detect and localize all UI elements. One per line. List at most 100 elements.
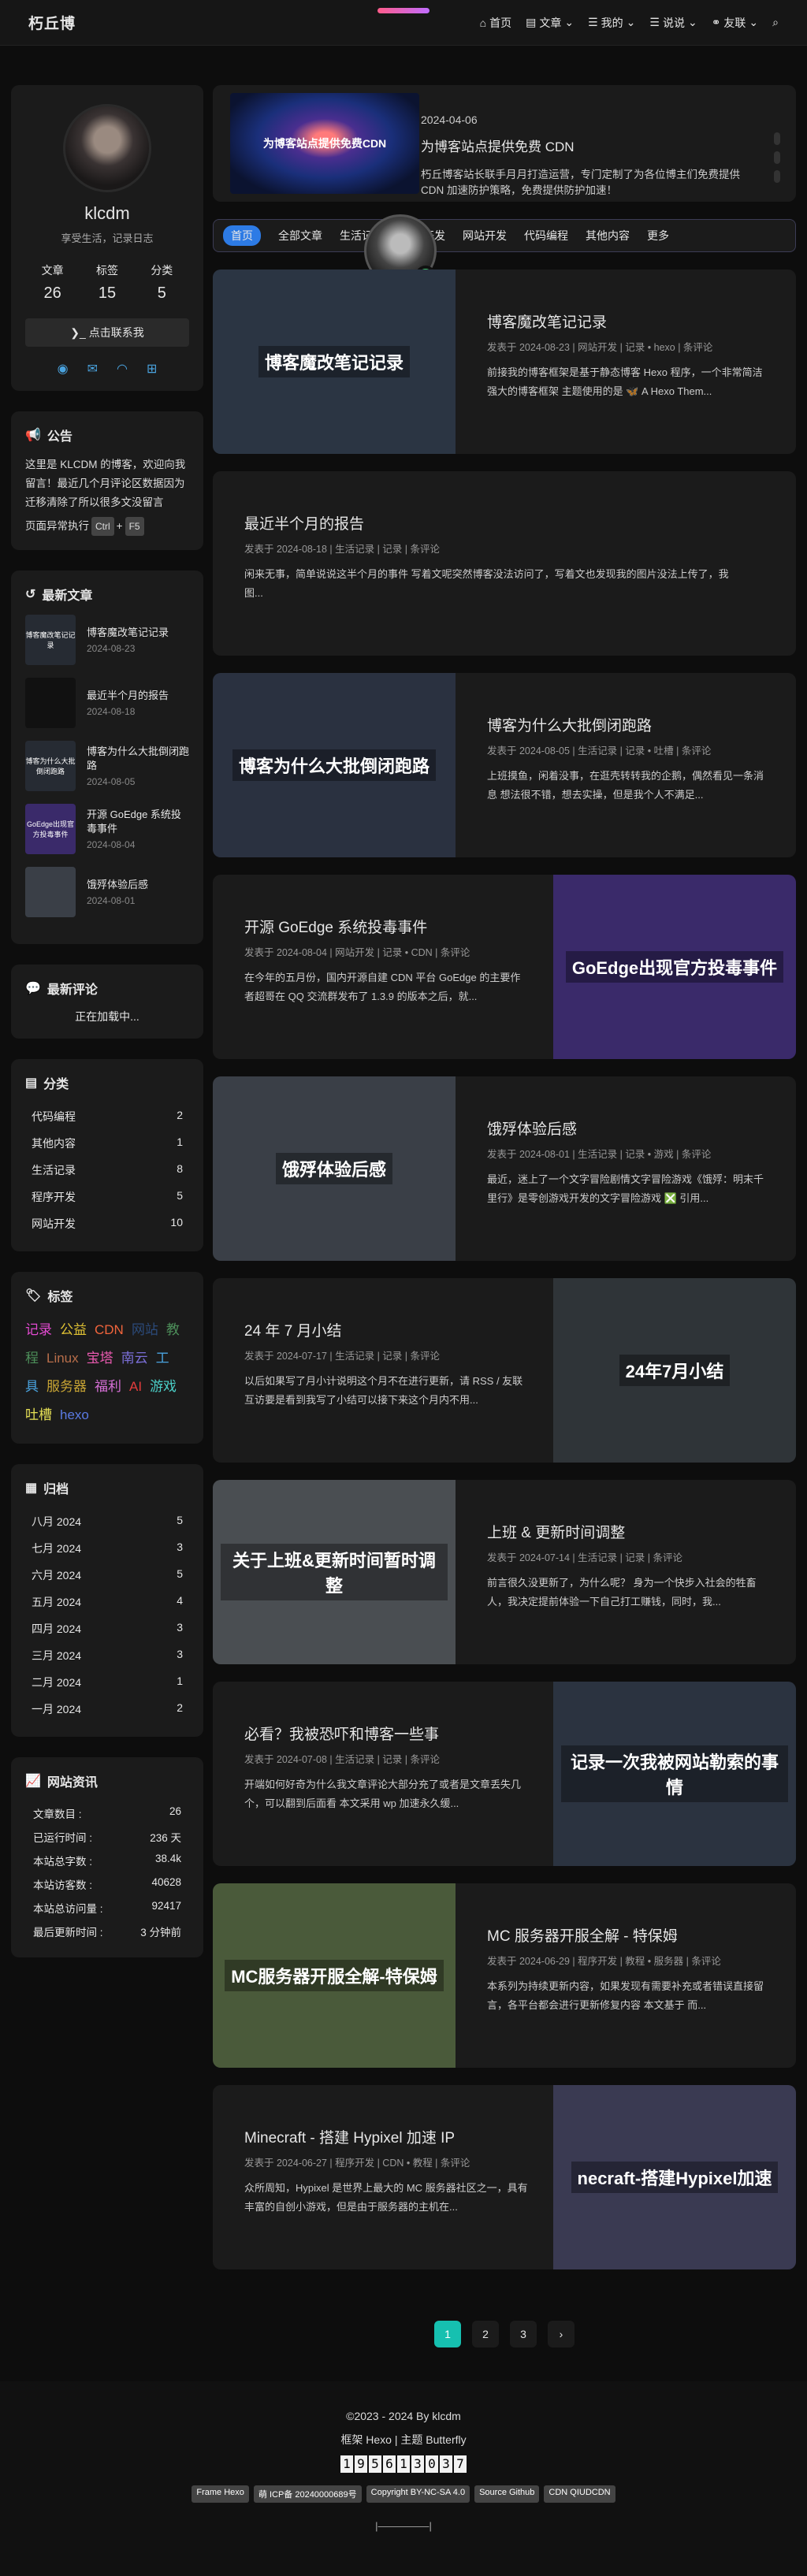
post-title[interactable]: 上班 & 更新时间调整 [487, 1521, 771, 1542]
post-cover[interactable]: MC服务器开服全解-特保姆 [213, 1883, 456, 2068]
page-2[interactable]: 2 [472, 2321, 499, 2347]
post-cover-text: 博客魔改笔记记录 [258, 346, 410, 377]
site-brand[interactable]: 朽丘博 [28, 12, 76, 33]
tag-link[interactable]: 游戏 [150, 1379, 177, 1394]
post-cover[interactable]: 关于上班&更新时间暂时调整 [213, 1480, 456, 1664]
tag-link[interactable]: CDN [95, 1322, 124, 1337]
contact-button[interactable]: ❯_ 点击联系我 [25, 318, 189, 347]
github-icon[interactable]: ◉ [58, 361, 69, 377]
tag-link[interactable]: 记录 [25, 1322, 52, 1337]
post-title[interactable]: 博客魔改笔记记录 [487, 310, 771, 332]
catbar-item[interactable]: 首页 [223, 225, 261, 246]
footer-badge[interactable]: CDN QIUDCDN [544, 2485, 615, 2503]
post-card[interactable]: MC服务器开服全解-特保姆 MC 服务器开服全解 - 特保姆 发表于 2024-06… [213, 1883, 796, 2068]
catbar-item[interactable]: 其他内容 [586, 228, 630, 243]
post-title[interactable]: 最近半个月的报告 [244, 512, 733, 533]
archive-item[interactable]: 五月 2024 4 [25, 1589, 189, 1615]
archive-item[interactable]: 六月 2024 5 [25, 1562, 189, 1589]
category-item[interactable]: 代码编程 2 [25, 1103, 189, 1130]
post-card[interactable]: 关于上班&更新时间暂时调整 上班 & 更新时间调整发表于 2024-07-14 |… [213, 1480, 796, 1664]
next-page-button[interactable]: › [548, 2321, 575, 2347]
archive-item[interactable]: 一月 2024 2 [25, 1696, 189, 1723]
featured-post[interactable]: 为博客站点提供免费CDN 2024-04-06 为博客站点提供免费 CDN 朽丘… [213, 85, 796, 202]
post-title[interactable]: 博客为什么大批倒闭跑路 [487, 714, 771, 735]
post-card[interactable]: 记录一次我被网站勒索的事情 必看？我被恐吓和博客一些事 发表于 2024-07-08… [213, 1682, 796, 1866]
catbar-item[interactable]: 网站开发 [463, 228, 507, 243]
rss-icon[interactable]: ◠ [117, 361, 128, 377]
footer-framework: 框架 Hexo | 主题 Butterfly [340, 2433, 467, 2446]
tag-link[interactable]: 南云 [121, 1351, 148, 1366]
featured-title[interactable]: 为博客站点提供免费 CDN [421, 136, 575, 155]
tag-link[interactable]: 公益 [60, 1322, 87, 1337]
catbar-item[interactable]: 更多 [647, 228, 669, 243]
recent-post-item[interactable]: 饿殍体验后感 2024-08-01 [25, 867, 189, 917]
archive-item[interactable]: 七月 2024 3 [25, 1535, 189, 1562]
nav-item-links[interactable]: ⚭ 友联 ⌄ [712, 15, 758, 31]
post-title[interactable]: Minecraft - 搭建 Hypixel 加速 IP [244, 2126, 528, 2147]
nav-item-talk[interactable]: ☰ 说说 ⌄ [649, 15, 697, 31]
recent-post-item[interactable]: 博客魔改笔记记录 博客魔改笔记记录 2024-08-23 [25, 615, 189, 665]
archive-item[interactable]: 八月 2024 5 [25, 1508, 189, 1535]
chart-icon: 📈 [25, 1775, 41, 1788]
site-info-card: 📈 网站资讯 文章数目 :26 已运行时间 :236 天 本站总字数 :38.4k… [11, 1757, 203, 1957]
nav-item-mine[interactable]: ☰ 我的 ⌄ [588, 15, 635, 31]
nav-item-home[interactable]: ⌂ 首页 [480, 15, 511, 31]
post-card[interactable]: 博客魔改笔记记录 博客魔改笔记记录 发表于 2024-08-23 | 网站开发 | … [213, 269, 796, 454]
post-cover[interactable]: 24年7月小结 [553, 1278, 796, 1463]
archive-item[interactable]: 四月 2024 3 [25, 1615, 189, 1642]
recent-post-item[interactable]: 博客为什么大批倒闭跑路 博客为什么大批倒闭跑路 2024-08-05 [25, 741, 189, 791]
stat-posts[interactable]: 文章 26 [42, 262, 64, 303]
tag-link[interactable]: 吐槽 [25, 1407, 52, 1422]
post-card[interactable]: 饿殍体验后感 饿殍体验后感 发表于 2024-08-01 | 生活记录 | 记录 •… [213, 1076, 796, 1261]
post-cover[interactable]: 博客魔改笔记记录 [213, 269, 456, 454]
category-item[interactable]: 程序开发 5 [25, 1184, 189, 1210]
post-card[interactable]: GoEdge出现官方投毒事件 开源 GoEdge 系统投毒事件 发表于 2024-0… [213, 875, 796, 1059]
tag-link[interactable]: 宝塔 [87, 1351, 113, 1366]
catbar-item[interactable]: 代码编程 [524, 228, 568, 243]
post-cover[interactable]: 饿殍体验后感 [213, 1076, 456, 1261]
tag-link[interactable]: Linux [46, 1351, 79, 1366]
archive-item[interactable]: 二月 2024 1 [25, 1669, 189, 1696]
tag-link[interactable]: 福利 [95, 1379, 121, 1394]
search-icon[interactable]: ⌕ [772, 16, 779, 29]
footer-badge[interactable]: Frame Hexo [192, 2485, 249, 2503]
carousel-dot[interactable] [774, 132, 780, 145]
post-card[interactable]: 最近半个月的报告 发表于 2024-08-18 | 生活记录 | 记录 | 条评论… [213, 471, 796, 656]
category-item[interactable]: 其他内容 1 [25, 1130, 189, 1157]
category-item[interactable]: 生活记录 8 [25, 1157, 189, 1184]
carousel-dot[interactable] [774, 170, 780, 183]
footer-badge[interactable]: Copyright BY-NC-SA 4.0 [366, 2485, 470, 2503]
recent-post-item[interactable]: GoEdge出现官方投毒事件 开源 GoEdge 系统投毒事件 2024-08-04 [25, 804, 189, 854]
post-cover[interactable]: 记录一次我被网站勒索的事情 [553, 1682, 796, 1866]
footer-badge[interactable]: 萌 ICP备 20240000689号 [253, 2485, 362, 2503]
catbar-item[interactable]: 全部文章 [278, 228, 322, 243]
tag-link[interactable]: hexo [60, 1407, 89, 1422]
stat-tags[interactable]: 标签 15 [96, 262, 118, 303]
post-title[interactable]: 必看？我被恐吓和博客一些事 [244, 1723, 528, 1744]
tag-link[interactable]: 服务器 [46, 1379, 87, 1394]
footer-badge[interactable]: Source Github [474, 2485, 540, 2503]
post-title[interactable]: MC 服务器开服全解 - 特保姆 [487, 1924, 771, 1946]
post-card[interactable]: 24年7月小结 24 年 7 月小结 发表于 2024-07-17 | 生活记录 |… [213, 1278, 796, 1463]
post-title[interactable]: 24 年 7 月小结 [244, 1319, 528, 1340]
stat-categories[interactable]: 分类 5 [151, 262, 173, 303]
tag-link[interactable]: 网站 [132, 1322, 158, 1337]
post-cover[interactable]: 博客为什么大批倒闭跑路 [213, 673, 456, 857]
category-item[interactable]: 网站开发 10 [25, 1210, 189, 1237]
email-icon[interactable]: ✉ [87, 361, 98, 377]
post-cover[interactable]: necraft-搭建Hypixel加速 [553, 2085, 796, 2269]
post-title[interactable]: 饿殍体验后感 [487, 1117, 771, 1139]
archive-item[interactable]: 三月 2024 3 [25, 1642, 189, 1669]
post-cover[interactable]: GoEdge出现官方投毒事件 [553, 875, 796, 1059]
post-card[interactable]: 博客为什么大批倒闭跑路 博客为什么大批倒闭跑路 发表于 2024-08-05 | 生… [213, 673, 796, 857]
page-1[interactable]: 1 [434, 2321, 461, 2347]
carousel-dot[interactable] [774, 151, 780, 164]
post-title[interactable]: 开源 GoEdge 系统投毒事件 [244, 916, 528, 937]
recent-post-item[interactable]: 最近半个月的报告 2024-08-18 [25, 678, 189, 728]
post-card[interactable]: necraft-搭建Hypixel加速 Minecraft - 搭建 Hypixe… [213, 2085, 796, 2269]
nav-item-articles[interactable]: ▤ 文章 ⌄ [526, 15, 574, 31]
page-3[interactable]: 3 [510, 2321, 537, 2347]
post-meta: 发表于 2024-07-14 | 生活记录 | 记录 | 条评论 [487, 1552, 682, 1563]
tag-link[interactable]: AI [129, 1379, 142, 1394]
sitemap-icon[interactable]: ⊞ [147, 361, 157, 377]
